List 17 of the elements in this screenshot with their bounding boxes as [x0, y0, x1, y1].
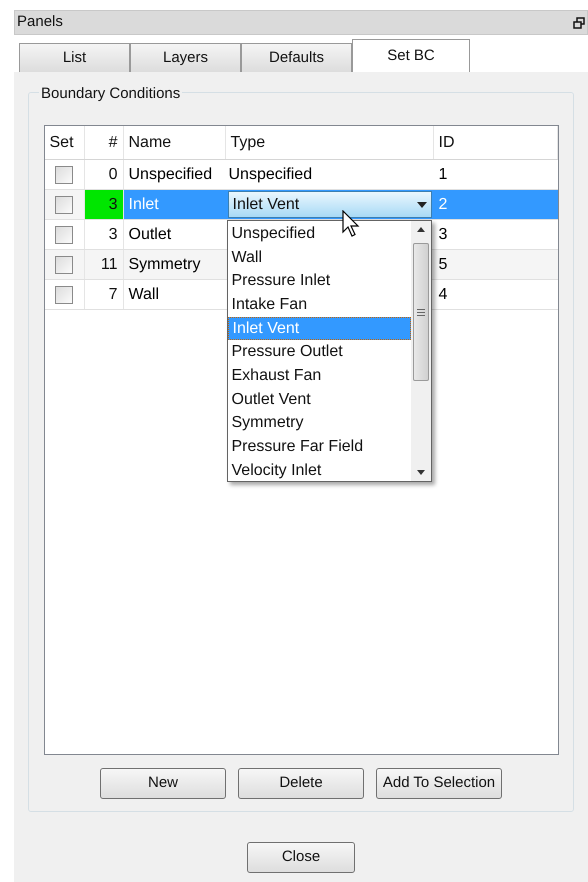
- table-cell-text: Symmetry: [128, 254, 202, 274]
- table-cell-text: Wall: [128, 284, 160, 304]
- table-cell-text: 5: [438, 254, 448, 274]
- table-cell: Inlet: [124, 190, 226, 219]
- table-cell: 3: [84, 190, 124, 219]
- panel-title: Panels: [17, 12, 63, 32]
- table-cell: 7: [84, 280, 124, 309]
- table-cell: 2: [434, 190, 558, 219]
- table-cell-text: Unspecified: [228, 164, 314, 184]
- table-cell-text: 3: [438, 224, 448, 244]
- table-cell: 11: [84, 250, 124, 279]
- table-cell-text: 1: [438, 164, 448, 184]
- table-cell-text: 4: [438, 284, 448, 304]
- table-cell-text: Unspecified: [128, 164, 214, 184]
- table-cell: 3: [84, 220, 124, 249]
- table-cell: 0: [84, 160, 124, 189]
- table-cell-text: Outlet: [128, 224, 172, 244]
